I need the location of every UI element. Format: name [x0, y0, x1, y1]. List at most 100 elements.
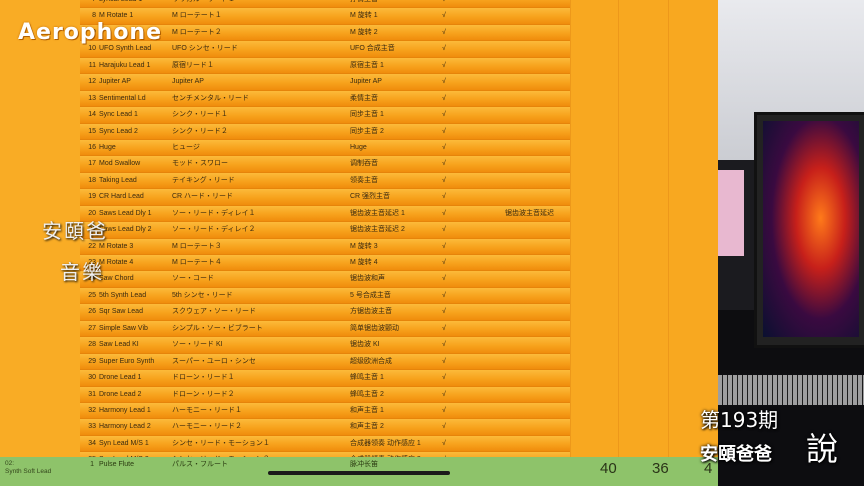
row-check-mark: √: [442, 193, 446, 201]
row-jp-name: M ローテート４: [172, 259, 222, 266]
row-jp-name: ソー・リード・ディレイ１: [172, 209, 256, 217]
row-cn-name: 脉冲长笛: [350, 461, 378, 468]
row-check-mark: √: [442, 406, 446, 414]
row-check-mark: √: [442, 78, 446, 86]
row-cn-name: M 旋转 4: [350, 259, 378, 266]
row-cn-name: 蜂鸣主音 1: [350, 374, 384, 382]
row-check-mark: √: [442, 160, 446, 168]
row-name: CR Hard Lead: [99, 193, 144, 201]
row-cn-name: 超级欧洲合成: [350, 357, 392, 365]
row-jp-name: Jupiter AP: [172, 78, 204, 86]
row-name: Super Euro Synth: [99, 357, 155, 365]
row-jp-name: 5th シンセ・リード: [172, 291, 233, 299]
table-row[interactable]: 18 Taking Lead テイキング・リード 领奏主音 √: [80, 172, 570, 190]
row-cn-name: 和声主音 2: [350, 423, 384, 431]
table-row[interactable]: 32 Harmony Lead 1 ハーモニー・リード１ 和声主音 1 √: [80, 402, 570, 420]
row-jp-name: ソー・リード・ディレイ２: [172, 226, 256, 234]
row-number: 27: [88, 324, 96, 332]
row-name: Huge: [99, 143, 116, 151]
table-row[interactable]: 31 Drone Lead 2 ドローン・リード２ 蜂鸣主音 2 √: [80, 386, 570, 403]
row-jp-name: センチメンタル・リード: [172, 94, 249, 102]
tone-table: 7Lyrical Lead 1リリカル・リード１抒情主音√8M Rotate 1…: [80, 0, 570, 486]
table-row[interactable]: 20 Saws Lead Dly 1 ソー・リード・ディレイ１ 锯齿波主音延迟 1 √ 锯…: [80, 205, 570, 223]
row-cn-name: M 旋转 2: [350, 28, 378, 36]
row-cn-name: 领奏主音: [350, 176, 378, 184]
table-row[interactable]: 19 CR Hard Lead CR ハード・リード CR 强烈主音 √: [80, 189, 570, 206]
table-row[interactable]: 13 Sentimental Ld センチメンタル・リード 柔情主音 √: [80, 90, 570, 108]
row-jp-name: シンク・リード２: [172, 127, 228, 135]
row-number: 17: [88, 160, 96, 168]
table-row[interactable]: 11 Harajuku Lead 1 原宿リード１ 原宿主音 1 √: [80, 57, 570, 75]
table-row[interactable]: 12 Jupiter AP Jupiter AP Jupiter AP √: [80, 74, 570, 91]
show-title-say: 說: [806, 430, 839, 468]
table-row-bottom[interactable]: 1 Pulse Flute パルス・フルート 脉冲长笛: [80, 457, 570, 472]
section-label: 02: Synth Soft Lead: [5, 460, 51, 476]
row-name: M Rotate 4: [99, 259, 134, 266]
row-name: Sync Lead 1: [99, 111, 138, 119]
row-cn-name: 锯齿波主音延迟 1: [350, 209, 405, 217]
row-name: Jupiter AP: [99, 78, 131, 86]
row-cn-name: 5 号合成主音: [350, 291, 391, 299]
table-row[interactable]: 16 Huge ヒュージ Huge √: [80, 139, 570, 157]
column-divider: [618, 0, 619, 486]
row-jp-name: CR ハード・リード: [172, 193, 234, 201]
row-cn-name: 原宿主音 1: [350, 61, 384, 69]
row-name: Harmony Lead 2: [99, 423, 151, 431]
right-columns: [570, 0, 718, 486]
row-cn-name: Huge: [350, 143, 367, 151]
row-cn-name: 柔情主音: [350, 94, 378, 102]
table-row[interactable]: 14 Sync Lead 1 シンク・リード１ 同步主音 1 √: [80, 107, 570, 124]
row-cn-name: M 旋转 1: [350, 12, 378, 20]
row-number: 25: [88, 291, 96, 299]
row-cn-name: 简单锯齿波颤动: [350, 324, 399, 332]
channel-brand-line-1: 安頤爸: [42, 219, 108, 243]
episode-number: 第193期: [700, 408, 779, 432]
section-name: Synth Soft Lead: [5, 468, 52, 475]
table-row[interactable]: 17 Mod Swallow モッド・スワロー 调制吞音 √: [80, 156, 570, 173]
row-jp-name: M ローテート３: [172, 242, 222, 250]
table-row[interactable]: 21 Saws Lead Dly 2 ソー・リード・ディレイ２ 锯齿波主音延迟 2 √: [80, 222, 570, 239]
row-cn-name: CR 强烈主音: [350, 193, 391, 201]
row-name: Saws Lead Dly 1: [99, 209, 152, 217]
row-check-mark: √: [442, 374, 446, 382]
row-number: 26: [88, 308, 96, 316]
row-name: Sync Lead 2: [99, 127, 138, 135]
row-number: 16: [88, 143, 96, 151]
row-check-mark: √: [442, 439, 446, 447]
row-cn-name: 抒情主音: [350, 0, 440, 7]
row-jp-name: モッド・スワロー: [172, 160, 228, 168]
row-number: 28: [88, 341, 96, 349]
table-row[interactable]: 34 Syn Lead M/S 1 シンセ・リード・モーション１ 合成器领奏 动作感应…: [80, 435, 570, 453]
table-row[interactable]: 27 Simple Saw Vib シンプル・ソー・ビブラート 简单锯齿波颤动 √: [80, 320, 570, 338]
row-cn-name: 蜂鸣主音 2: [350, 390, 384, 398]
row-check-mark: √: [442, 28, 446, 36]
row-check-mark: √: [442, 275, 446, 283]
row-jp-name: スーパー・ユーロ・シンセ: [172, 357, 256, 365]
row-jp-name: M ローテート１: [172, 12, 222, 20]
table-row[interactable]: 7Lyrical Lead 1リリカル・リード１ 抒情主音√: [80, 0, 570, 9]
row-name: 5th Synth Lead: [99, 291, 147, 299]
row-check-mark: √: [442, 61, 446, 69]
row-check-mark: √: [442, 143, 446, 151]
table-row[interactable]: 22 M Rotate 3M ローテート３ M 旋转 3 √: [80, 238, 570, 255]
row-name: Saw Chord: [99, 275, 134, 283]
table-row[interactable]: 29 Super Euro Synth スーパー・ユーロ・シンセ 超级欧洲合成 √: [80, 353, 570, 371]
table-row[interactable]: 28 Saw Lead KI ソー・リード KI 锯齿波 KI √: [80, 337, 570, 354]
table-row[interactable]: 15 Sync Lead 2 シンク・リード２ 同步主音 2 √: [80, 123, 570, 140]
row-jp-name: M ローテート２: [172, 28, 222, 36]
table-row[interactable]: 24 Saw Chord ソー・コード 锯齿波和声 √: [80, 271, 570, 288]
row-name: Harajuku Lead 1: [99, 61, 151, 69]
row-check-mark: √: [442, 209, 446, 217]
table-row[interactable]: 23 M Rotate 4M ローテート４ M 旋转 4 √: [80, 255, 570, 272]
table-row[interactable]: 25 5th Synth Lead 5th シンセ・リード 5 号合成主音 √: [80, 287, 570, 305]
row-number: 30: [88, 374, 96, 382]
home-indicator[interactable]: [268, 471, 450, 475]
row-jp-name: スクウェア・ソー・リード: [172, 308, 256, 316]
row-number: 13: [88, 94, 96, 102]
table-row[interactable]: 33 Harmony Lead 2 ハーモニー・リード２ 和声主音 2 √: [80, 419, 570, 436]
row-cn-name: 锯齿波和声: [350, 275, 385, 283]
row-check-mark: √: [442, 357, 446, 365]
table-row[interactable]: 26 Sqr Saw Lead スクウェア・ソー・リード 方锯齿波主音 √: [80, 304, 570, 321]
table-row[interactable]: 30 Drone Lead 1 ドローン・リード１ 蜂鸣主音 1 √: [80, 370, 570, 387]
row-jp-name: ハーモニー・リード２: [172, 423, 242, 431]
